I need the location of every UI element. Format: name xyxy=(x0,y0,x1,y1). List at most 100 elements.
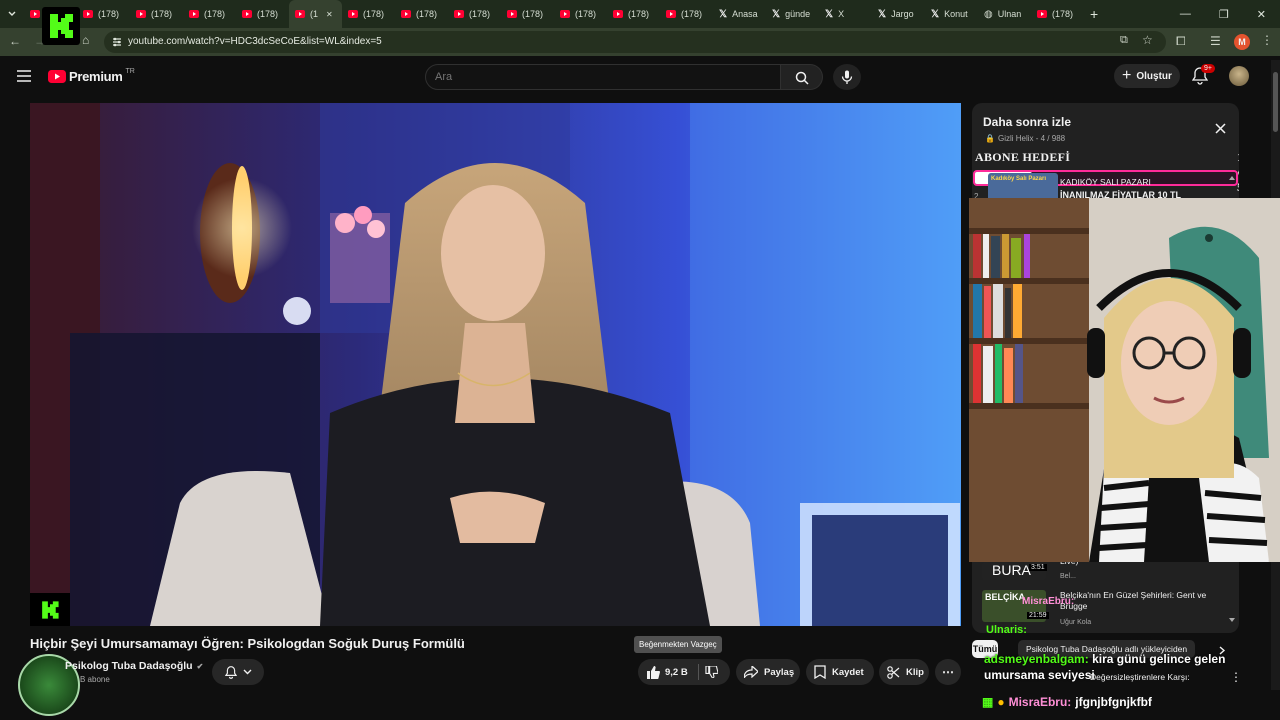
next-video-title[interactable]: Değersizleştirenlere Karşı: xyxy=(1090,672,1190,682)
playlist-item-thumbnail[interactable]: Kadıköy Salı Pazarı xyxy=(988,173,1058,201)
share-arrow-icon xyxy=(744,666,758,678)
browser-tab[interactable]: 𝕏günde xyxy=(766,0,819,28)
youtube-favicon-icon xyxy=(1037,10,1047,18)
clip-button[interactable]: Klip xyxy=(879,659,929,685)
browser-tab[interactable]: (178) xyxy=(554,0,607,28)
cast-icon[interactable]: ⧉ xyxy=(1120,34,1128,47)
tab-search-button[interactable] xyxy=(0,0,24,28)
save-button[interactable]: Kaydet xyxy=(806,659,874,685)
bell-icon xyxy=(224,665,237,679)
more-actions-button[interactable]: ⋯ xyxy=(935,659,961,685)
browser-tab[interactable]: 𝕏 Anasa xyxy=(713,0,766,28)
browser-tab[interactable]: (178) xyxy=(130,0,183,28)
browser-tab[interactable]: (178) xyxy=(236,0,289,28)
globe-favicon-icon: ◍ xyxy=(984,8,993,20)
region-label: TR xyxy=(125,68,135,75)
youtube-favicon-icon xyxy=(30,10,40,18)
tooltip: Beğenmekten Vazgeç xyxy=(634,636,722,653)
youtube-logo[interactable]: Premium TR xyxy=(48,68,135,84)
browser-tab[interactable]: 𝕏 Konut xyxy=(925,0,978,28)
tab-title: (178) xyxy=(204,9,226,19)
tab-title: Anasa xyxy=(732,9,758,19)
search-input[interactable] xyxy=(426,65,780,89)
x-favicon-icon: 𝕏 xyxy=(825,8,834,20)
thumbs-down-icon[interactable] xyxy=(705,666,718,678)
kick-logo-overlay xyxy=(42,7,80,45)
like-button[interactable]: 9,2 B xyxy=(646,665,688,679)
close-panel-icon[interactable] xyxy=(1215,123,1226,134)
video-duration: 21:59 xyxy=(1027,612,1049,619)
address-bar-row: ← → ↻ ⌂ youtube.com/watch?v=HDC3dcSeCoE&… xyxy=(0,28,1280,56)
channel-name[interactable]: Psikolog Tuba Dadaşoğlu ✔ xyxy=(65,660,203,672)
browser-tab[interactable]: (178) xyxy=(1031,0,1084,28)
search-box[interactable] xyxy=(425,64,781,90)
create-button[interactable]: + Oluştur xyxy=(1114,64,1180,88)
playlist-item-channel: Bel... xyxy=(1060,573,1076,580)
browser-tab[interactable]: ◍ Ulnan xyxy=(978,0,1031,28)
youtube-favicon-icon xyxy=(666,10,676,18)
x-favicon-icon: 𝕏 xyxy=(931,8,940,20)
maximize-icon[interactable]: ❐ xyxy=(1219,8,1229,21)
video-player[interactable] xyxy=(30,103,961,626)
browser-menu-icon[interactable]: ⋮ xyxy=(1261,33,1273,47)
bookshelf xyxy=(969,198,1089,562)
bookmark-icon xyxy=(814,665,826,679)
omnibox[interactable]: youtube.com/watch?v=HDC3dcSeCoE&list=WL&… xyxy=(104,31,1166,53)
profile-avatar[interactable]: M xyxy=(1234,34,1250,50)
youtube-favicon-icon xyxy=(189,10,199,18)
tab-title: (178) xyxy=(575,9,597,19)
voice-search-button[interactable] xyxy=(833,64,861,90)
browser-tab[interactable]: 𝕏 Jargo xyxy=(872,0,925,28)
url-text: youtube.com/watch?v=HDC3dcSeCoE&list=WL&… xyxy=(128,36,382,47)
search-icon xyxy=(795,71,809,85)
site-info-icon[interactable] xyxy=(111,36,123,48)
browser-tab[interactable]: (178) xyxy=(660,0,713,28)
scrollbar-thumb[interactable] xyxy=(1273,72,1278,132)
scroll-up-icon[interactable] xyxy=(1228,175,1236,181)
streamer-webcam-overlay xyxy=(969,198,1280,562)
tab-title: günde xyxy=(785,9,811,19)
playlist-item-title[interactable]: Belçika'nın En Güzel Şehirleri: Gent ve … xyxy=(1060,590,1210,613)
playlist-title[interactable]: Daha sonra izle xyxy=(983,115,1071,129)
youtube-favicon-icon xyxy=(136,10,146,18)
browser-tab[interactable]: (178) xyxy=(501,0,554,28)
close-window-icon[interactable]: ✕ xyxy=(1257,8,1266,21)
browser-tab[interactable]: 𝕏X xyxy=(819,0,872,28)
chat-badge-icon: ▦ xyxy=(982,695,994,709)
reading-list-icon[interactable]: ☰ xyxy=(1210,34,1221,48)
tab-title: (178) xyxy=(522,9,544,19)
home-icon[interactable]: ⌂ xyxy=(82,33,89,47)
subscriber-count: B abone xyxy=(80,675,110,684)
notifications-button[interactable]: 9+ xyxy=(1191,64,1215,90)
minimize-icon[interactable]: — xyxy=(1180,8,1191,20)
more-options-icon[interactable]: ⋮ xyxy=(1230,670,1242,684)
scroll-down-icon[interactable] xyxy=(1228,617,1236,623)
verified-icon: ✔ xyxy=(196,661,204,671)
playlist-item-title[interactable]: KADIKÖY SALI PAZARI xyxy=(1060,177,1151,187)
account-avatar[interactable] xyxy=(1229,66,1249,86)
new-tab-button[interactable]: + xyxy=(1090,6,1098,22)
browser-tab[interactable]: (178) xyxy=(77,0,130,28)
window-controls: — ❐ ✕ xyxy=(1180,0,1280,28)
browser-tab[interactable]: (178) xyxy=(607,0,660,28)
notification-preference-button[interactable] xyxy=(212,659,264,685)
tab-title: (178) xyxy=(1052,9,1074,19)
hamburger-menu-icon[interactable] xyxy=(17,70,31,82)
share-button[interactable]: Paylaş xyxy=(736,659,800,685)
close-tab-icon[interactable]: ✕ xyxy=(326,10,333,19)
search-button[interactable] xyxy=(781,64,823,90)
bookmark-star-icon[interactable]: ☆ xyxy=(1142,33,1153,47)
tab-title: (178) xyxy=(416,9,438,19)
chat-badge-icon: ● xyxy=(997,695,1005,709)
browser-tab[interactable]: (178) xyxy=(342,0,395,28)
browser-tab[interactable]: (178) xyxy=(395,0,448,28)
microphone-icon xyxy=(841,70,853,84)
browser-tab[interactable]: (178) xyxy=(448,0,501,28)
chevron-down-icon xyxy=(243,669,251,675)
browser-tab[interactable]: (1 ✕ xyxy=(289,0,342,28)
extensions-icon[interactable]: ⧠ xyxy=(1176,34,1186,49)
back-icon[interactable]: ← xyxy=(9,34,21,48)
video-title: Hiçbir Şeyi Umursamamayı Öğren: Psikolog… xyxy=(30,636,465,651)
browser-tab[interactable]: (178) xyxy=(183,0,236,28)
video-duration: 3:51 xyxy=(1029,564,1047,571)
